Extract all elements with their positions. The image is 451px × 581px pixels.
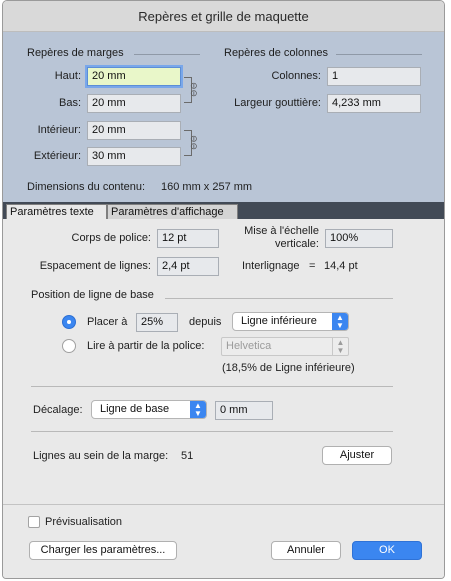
preview-checkbox[interactable] bbox=[28, 516, 40, 528]
divider-1 bbox=[31, 386, 393, 387]
line-spacing-field[interactable]: 2,4 pt bbox=[157, 257, 219, 276]
divider-2 bbox=[31, 431, 393, 432]
leading-equals: = bbox=[309, 260, 316, 272]
place-at-label[interactable]: Placer à bbox=[87, 316, 127, 328]
offset-popup-value: Ligne de base bbox=[100, 403, 170, 415]
margin-guides-heading: Repères de marges bbox=[27, 47, 124, 59]
leading-value: 14,4 pt bbox=[324, 260, 358, 272]
content-dimensions-label: Dimensions du contenu: bbox=[27, 181, 146, 193]
leading-label: Interlignage bbox=[242, 260, 300, 272]
font-size-label: Corps de police: bbox=[71, 232, 152, 244]
margin-heading-line bbox=[134, 54, 200, 55]
read-from-font-radio[interactable] bbox=[62, 339, 76, 353]
text-settings-panel: Corps de police: 12 pt Mise à l'échelle … bbox=[3, 219, 444, 504]
outside-margin-field[interactable]: 30 mm bbox=[87, 147, 181, 166]
line-spacing-label: Espacement de lignes: bbox=[39, 260, 151, 272]
guides-area: Repères de marges Haut: 20 mm Bas: 20 mm… bbox=[3, 32, 444, 202]
outside-margin-label: Extérieur: bbox=[33, 150, 81, 162]
load-settings-button[interactable]: Charger les paramètres... bbox=[29, 541, 177, 560]
top-margin-label: Haut: bbox=[54, 70, 81, 82]
place-at-radio[interactable] bbox=[62, 315, 76, 329]
chain-link-icon[interactable]: ⊖⊖ bbox=[188, 82, 199, 97]
column-guides-heading: Repères de colonnes bbox=[224, 47, 328, 59]
preview-label[interactable]: Prévisualisation bbox=[45, 516, 122, 528]
columns-field[interactable]: 1 bbox=[327, 67, 421, 86]
tab-text-settings[interactable]: Paramètres texte bbox=[6, 204, 107, 220]
vertical-scale-label-line2: verticale: bbox=[274, 238, 319, 250]
font-popup-value: Helvetica bbox=[226, 340, 272, 352]
lines-in-margin-value: 51 bbox=[181, 450, 194, 462]
inside-margin-label: Intérieur: bbox=[37, 124, 81, 136]
content-dimensions-value: 160 mm x 257 mm bbox=[161, 181, 253, 193]
gutter-width-label: Largeur gouttière: bbox=[234, 97, 321, 109]
offset-popup[interactable]: Ligne de base ▲ ▼ bbox=[91, 400, 207, 419]
font-size-field[interactable]: 12 pt bbox=[157, 229, 219, 248]
read-from-font-label[interactable]: Lire à partir de la police: bbox=[87, 340, 204, 352]
chain-link-icon[interactable]: ⊖⊖ bbox=[188, 135, 199, 150]
layout-guides-dialog: Repères et grille de maquette Repères de… bbox=[2, 0, 445, 579]
vertical-scale-field[interactable]: 100% bbox=[325, 229, 393, 248]
offset-label: Décalage: bbox=[33, 404, 83, 416]
vertical-scale-label-line1: Mise à l'échelle bbox=[244, 225, 319, 237]
from-popup[interactable]: Ligne inférieure ▲ ▼ bbox=[232, 312, 349, 331]
up-down-arrows-icon: ▲ ▼ bbox=[332, 313, 348, 330]
place-at-field[interactable]: 25% bbox=[136, 313, 178, 332]
ok-button[interactable]: OK bbox=[352, 541, 422, 560]
inside-margin-field[interactable]: 20 mm bbox=[87, 121, 181, 140]
baseline-heading: Position de ligne de base bbox=[31, 289, 154, 301]
cancel-button[interactable]: Annuler bbox=[271, 541, 341, 560]
font-popup[interactable]: Helvetica ▲ ▼ bbox=[221, 337, 349, 356]
up-down-arrows-icon: ▲ ▼ bbox=[190, 401, 206, 418]
gutter-width-field[interactable]: 4,233 mm bbox=[327, 94, 421, 113]
window-title: Repères et grille de maquette bbox=[3, 1, 444, 32]
baseline-heading-line bbox=[165, 298, 393, 299]
from-popup-value: Ligne inférieure bbox=[241, 315, 317, 327]
baseline-note: (18,5% de Ligne inférieure) bbox=[222, 362, 355, 374]
up-down-arrows-icon: ▲ ▼ bbox=[332, 338, 348, 355]
offset-field[interactable]: 0 mm bbox=[215, 401, 273, 420]
bottom-margin-field[interactable]: 20 mm bbox=[87, 94, 181, 113]
bottom-margin-label: Bas: bbox=[58, 97, 81, 109]
column-heading-line bbox=[336, 54, 422, 55]
adjust-button[interactable]: Ajuster bbox=[322, 446, 392, 465]
dialog-footer: Prévisualisation Charger les paramètres.… bbox=[3, 504, 444, 578]
lines-in-margin-label: Lignes au sein de la marge: bbox=[33, 450, 169, 462]
top-margin-field[interactable]: 20 mm bbox=[87, 67, 181, 86]
tab-display-settings[interactable]: Paramètres d'affichage bbox=[107, 204, 238, 220]
columns-label: Colonnes: bbox=[271, 70, 321, 82]
from-label: depuis bbox=[189, 316, 222, 328]
